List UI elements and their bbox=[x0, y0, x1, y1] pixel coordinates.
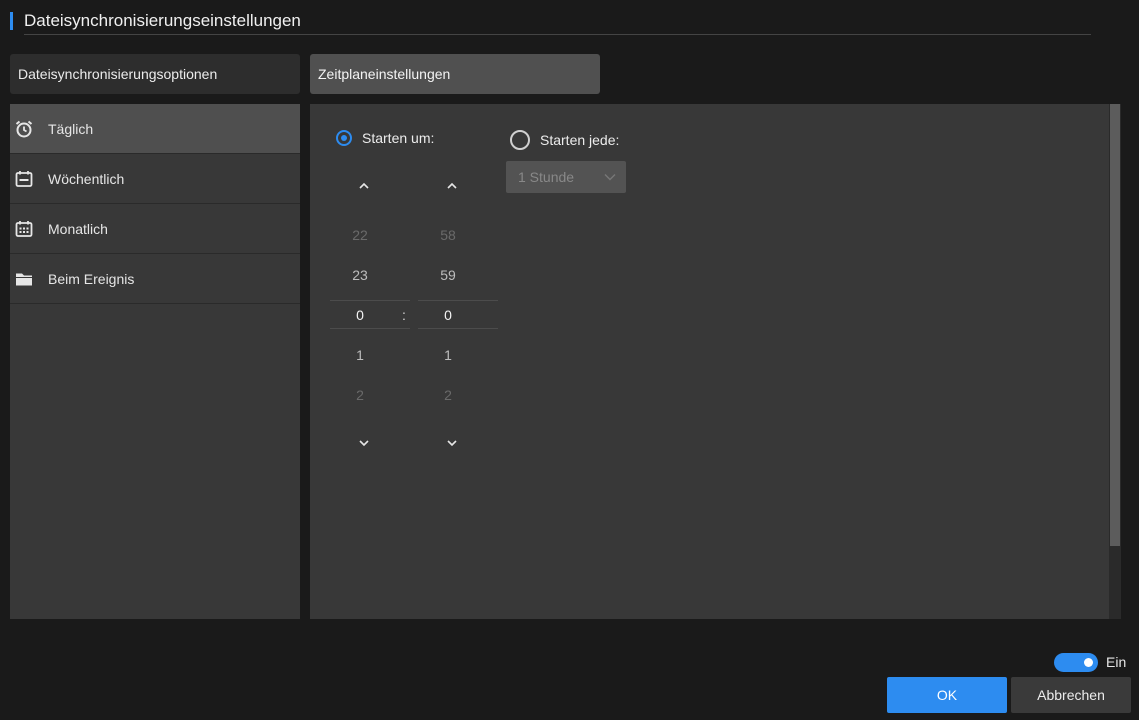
ok-button[interactable]: OK bbox=[887, 677, 1007, 713]
hour-option[interactable]: 1 bbox=[320, 347, 400, 363]
calendar-month-icon bbox=[14, 219, 34, 239]
radio-unchecked-icon bbox=[510, 130, 530, 150]
enable-toggle[interactable] bbox=[1054, 653, 1098, 672]
time-separator: : bbox=[402, 307, 406, 323]
minute-up-arrow-icon[interactable] bbox=[445, 179, 459, 193]
hour-selection-bottom-line bbox=[330, 328, 410, 329]
title-bar: Dateisynchronisierungseinstellungen bbox=[10, 10, 1091, 35]
hour-option[interactable]: 2 bbox=[320, 387, 400, 403]
sync-settings-dialog: Dateisynchronisierungseinstellungen Date… bbox=[0, 0, 1139, 720]
sidebar-item-label: Täglich bbox=[48, 120, 94, 137]
schedule-panel: Starten um: Starten jede: 1 Stunde 22 23… bbox=[310, 104, 1109, 619]
hour-down-arrow-icon[interactable] bbox=[357, 436, 371, 450]
sidebar-item-label: Wöchentlich bbox=[48, 170, 125, 187]
cancel-button[interactable]: Abbrechen bbox=[1011, 677, 1131, 713]
start-every-radio[interactable]: Starten jede: bbox=[510, 130, 619, 150]
minute-option[interactable]: 2 bbox=[408, 387, 488, 403]
tab-sync-options[interactable]: Dateisynchronisierungsoptionen bbox=[10, 54, 300, 94]
folder-icon bbox=[14, 269, 34, 289]
sidebar-item-label: Monatlich bbox=[48, 220, 108, 237]
interval-value: 1 Stunde bbox=[518, 169, 575, 185]
schedule-type-sidebar: Täglich Wöchentlich Monatlich Beim Ereig… bbox=[10, 104, 300, 619]
chevron-down-icon bbox=[604, 174, 616, 181]
interval-select[interactable]: 1 Stunde bbox=[506, 161, 626, 193]
sidebar-item-weekly[interactable]: Wöchentlich bbox=[10, 154, 300, 204]
minute-option[interactable]: 1 bbox=[408, 347, 488, 363]
start-at-radio[interactable]: Starten um: bbox=[336, 130, 434, 146]
toggle-knob bbox=[1084, 658, 1093, 667]
minute-down-arrow-icon[interactable] bbox=[445, 436, 459, 450]
start-every-label: Starten jede: bbox=[540, 132, 620, 148]
sidebar-item-monthly[interactable]: Monatlich bbox=[10, 204, 300, 254]
scrollbar-thumb[interactable] bbox=[1110, 104, 1120, 546]
toggle-label: Ein bbox=[1106, 654, 1127, 670]
radio-checked-icon bbox=[336, 130, 352, 146]
title-accent bbox=[10, 12, 13, 30]
sidebar-item-daily[interactable]: Täglich bbox=[10, 104, 300, 154]
sidebar-item-label: Beim Ereignis bbox=[48, 270, 135, 287]
start-at-label: Starten um: bbox=[362, 130, 435, 146]
minute-option[interactable]: 59 bbox=[408, 267, 488, 283]
alarm-clock-icon bbox=[14, 119, 34, 139]
tab-schedule-settings[interactable]: Zeitplaneinstellungen bbox=[310, 54, 600, 94]
title-divider bbox=[24, 34, 1091, 35]
sidebar-item-on-event[interactable]: Beim Ereignis bbox=[10, 254, 300, 304]
minute-selection-top-line bbox=[418, 300, 498, 301]
hour-selection-top-line bbox=[330, 300, 410, 301]
minute-selected[interactable]: 0 bbox=[408, 307, 488, 323]
calendar-week-icon bbox=[14, 169, 34, 189]
hour-option[interactable]: 22 bbox=[320, 227, 400, 243]
hour-selected[interactable]: 0 bbox=[320, 307, 400, 323]
hour-up-arrow-icon[interactable] bbox=[357, 179, 371, 193]
hour-option[interactable]: 23 bbox=[320, 267, 400, 283]
page-title: Dateisynchronisierungseinstellungen bbox=[24, 11, 301, 30]
panel-scrollbar[interactable] bbox=[1109, 104, 1121, 619]
minute-selection-bottom-line bbox=[418, 328, 498, 329]
minute-option[interactable]: 58 bbox=[408, 227, 488, 243]
